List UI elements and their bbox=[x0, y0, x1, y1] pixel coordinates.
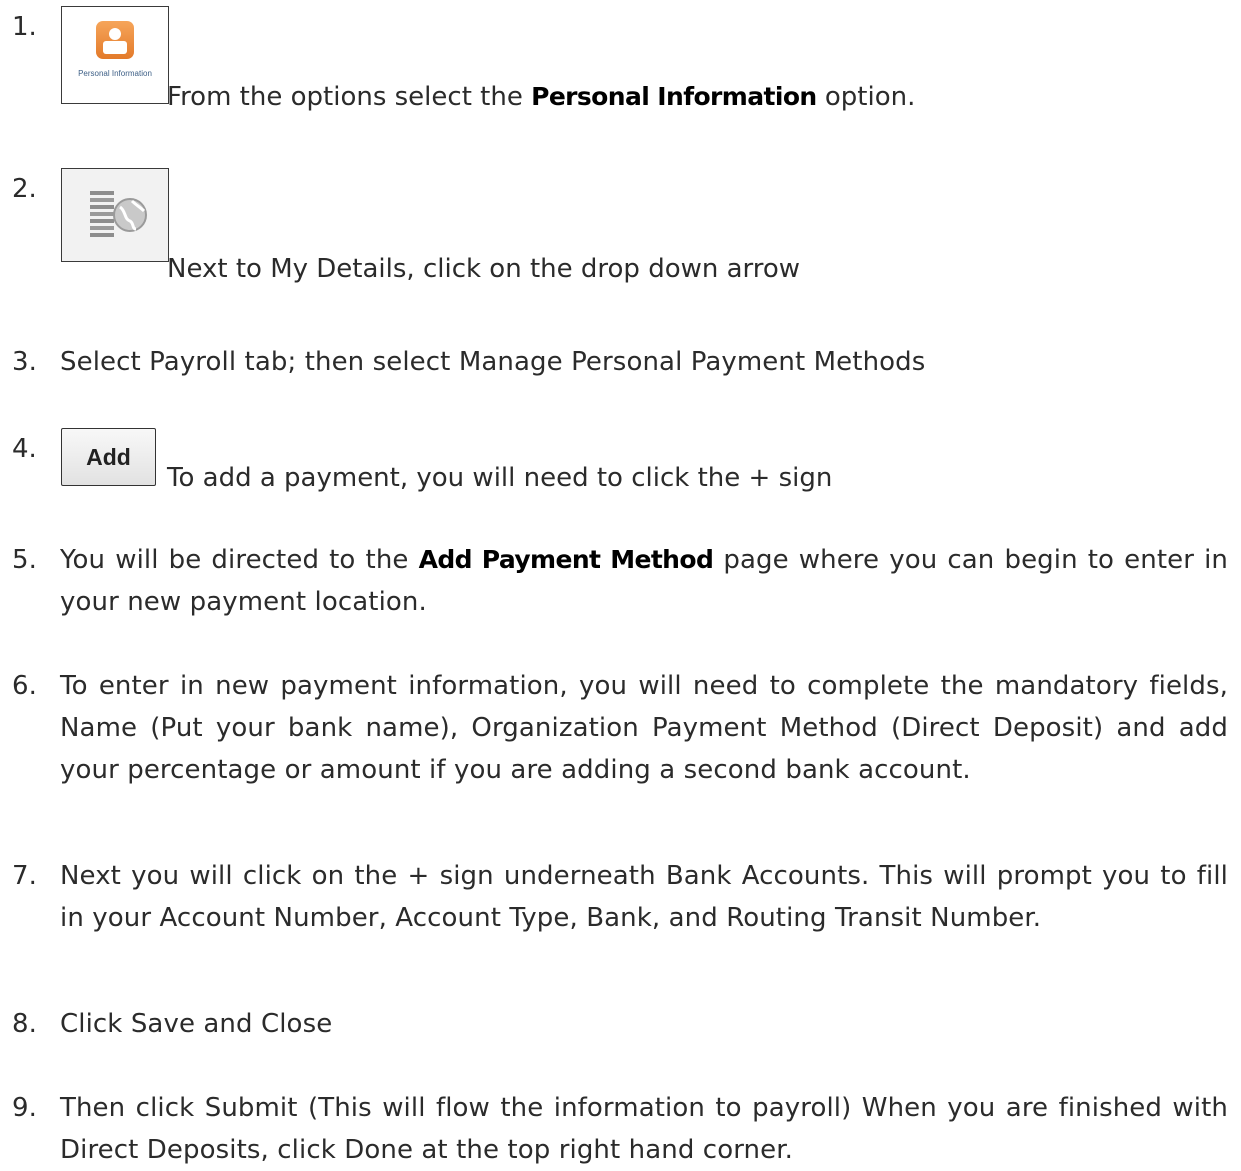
step-number: 8. bbox=[12, 1009, 38, 1039]
step-7: 7. Next you will click on the + sign und… bbox=[12, 855, 1228, 939]
instructions-page: Personal Information 1. From the options… bbox=[0, 0, 1241, 1167]
step-text: Next you will click on the + sign undern… bbox=[60, 861, 1228, 933]
step-text: Select Payroll tab; then select Manage P… bbox=[60, 347, 926, 377]
step-number: 5. bbox=[12, 545, 38, 575]
person-card-icon bbox=[96, 21, 134, 59]
step-text: Click Save and Close bbox=[60, 1009, 333, 1039]
step-5: 5. You will be directed to the Add Payme… bbox=[12, 539, 1228, 623]
step-1: Personal Information 1. From the options… bbox=[12, 6, 1228, 116]
step-3: 3. Select Payroll tab; then select Manag… bbox=[12, 341, 1228, 383]
step-6: 6. To enter in new payment information, … bbox=[12, 665, 1228, 791]
step-number: 2. bbox=[12, 174, 37, 204]
step-number: 7. bbox=[12, 861, 38, 891]
step-text: To enter in new payment information, you… bbox=[60, 671, 1228, 785]
step-text: From the options select the Personal Inf… bbox=[167, 76, 915, 118]
icon-caption: Personal Information bbox=[78, 69, 152, 78]
step-2: 2. Next to My Details, click on the drop… bbox=[12, 168, 1228, 284]
step-text-bold: Personal Information bbox=[531, 82, 817, 111]
list-globe-icon bbox=[90, 191, 147, 237]
step-8: 8. Click Save and Close bbox=[12, 1003, 1228, 1045]
step-text: You will be directed to the Add Payment … bbox=[60, 539, 1228, 623]
step-number: 3. bbox=[12, 347, 38, 377]
step-text-before: From the options select the bbox=[167, 82, 532, 112]
step-number: 1. bbox=[12, 12, 37, 42]
my-details-dropdown-icon[interactable] bbox=[61, 168, 169, 262]
step-text: Then click Submit (This will flow the in… bbox=[60, 1093, 1228, 1165]
step-number: 6. bbox=[12, 671, 38, 701]
step-number: 9. bbox=[12, 1093, 38, 1123]
add-button[interactable]: Add bbox=[61, 428, 156, 486]
step-number: 4. bbox=[12, 434, 37, 464]
step-text-after: option. bbox=[816, 82, 916, 112]
step-text: Next to My Details, click on the drop do… bbox=[167, 254, 801, 284]
step-text-bold: Add Payment Method bbox=[418, 545, 714, 574]
step-text-before: You will be directed to the bbox=[60, 545, 419, 575]
step-text: To add a payment, you will need to click… bbox=[167, 463, 833, 493]
step-9: 9. Then click Submit (This will flow the… bbox=[12, 1087, 1228, 1171]
step-4: Add 4. To add a payment, you will need t… bbox=[12, 428, 1228, 496]
personal-information-icon[interactable]: Personal Information bbox=[61, 6, 169, 104]
